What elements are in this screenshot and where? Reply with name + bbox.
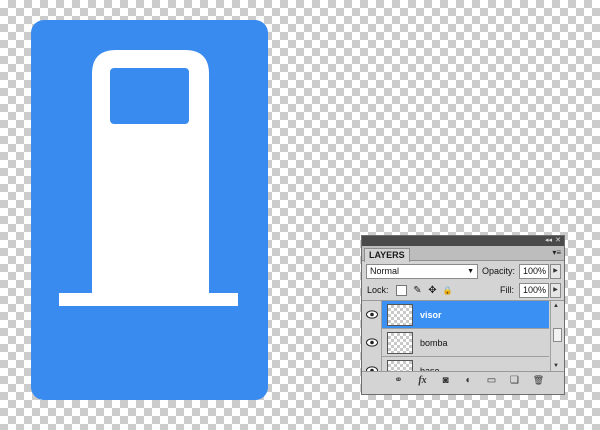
lock-all-icon[interactable]: 🔒	[442, 285, 453, 296]
blend-mode-select[interactable]: Normal ▼	[366, 264, 478, 279]
layer-thumbnail	[387, 304, 413, 326]
scroll-up-icon[interactable]: ▲	[553, 303, 559, 309]
lock-paint-icon[interactable]: ✎	[412, 285, 423, 296]
scrollbar-thumb[interactable]	[553, 328, 562, 342]
chevron-down-icon: ▼	[467, 268, 474, 275]
lock-transparent-icon[interactable]	[396, 285, 407, 296]
panel-titlebar[interactable]: ◂◂ ✕	[362, 236, 564, 246]
fuel-pump-visor	[110, 68, 189, 124]
layer-row-visor[interactable]: visor	[362, 301, 549, 329]
panel-menu-icon[interactable]: ▾≡	[552, 248, 561, 258]
blend-mode-value: Normal	[370, 266, 400, 276]
opacity-input[interactable]: 100%	[519, 264, 549, 279]
panel-tab-row: LAYERS ▾≡	[362, 246, 564, 262]
lock-move-icon[interactable]: ✥	[427, 285, 438, 296]
layer-name: bomba	[420, 338, 448, 348]
visibility-toggle[interactable]	[362, 329, 382, 357]
opacity-slider-button[interactable]: ▶	[550, 264, 561, 279]
visibility-toggle[interactable]	[362, 357, 382, 371]
fill-input[interactable]: 100%	[519, 283, 549, 298]
opacity-label: Opacity:	[482, 266, 516, 276]
layer-mask-icon[interactable]: ◙	[439, 374, 452, 387]
fuel-pump-base	[59, 293, 238, 306]
layers-list: visor bomba base ▲ ▼	[362, 301, 564, 371]
fill-slider-button[interactable]: ▶	[550, 283, 561, 298]
layer-thumbnail	[387, 332, 413, 354]
trash-icon[interactable]: 🗑	[532, 374, 545, 387]
group-folder-icon[interactable]: ▭	[485, 374, 498, 387]
adjustment-layer-icon[interactable]: ◐	[462, 374, 475, 387]
layer-row-bomba[interactable]: bomba	[362, 329, 549, 357]
eye-icon	[366, 310, 378, 319]
tab-layers[interactable]: LAYERS	[364, 248, 410, 262]
link-layers-icon[interactable]: ⚭	[392, 374, 405, 387]
fill-label: Fill:	[500, 285, 514, 295]
layer-thumbnail	[387, 360, 413, 371]
layer-row-base[interactable]: base	[362, 357, 549, 371]
blend-row: Normal ▼ Opacity: 100% ▶	[362, 261, 564, 281]
eye-icon	[366, 338, 378, 347]
visibility-toggle[interactable]	[362, 301, 382, 329]
layers-panel: ◂◂ ✕ LAYERS ▾≡ Normal ▼ Opacity: 100% ▶ …	[361, 235, 565, 395]
new-layer-icon[interactable]: ❏	[508, 374, 521, 387]
collapse-icon[interactable]: ◂◂	[545, 236, 552, 246]
panel-bottom-toolbar: ⚭ fx ◙ ◐ ▭ ❏ 🗑	[362, 371, 564, 388]
lock-label: Lock:	[367, 285, 389, 295]
fx-icon[interactable]: fx	[416, 374, 429, 387]
layer-name: visor	[420, 310, 442, 320]
close-icon[interactable]: ✕	[555, 236, 561, 246]
layers-scrollbar[interactable]: ▲ ▼	[550, 301, 564, 371]
lock-row: Lock: ✎ ✥ 🔒 Fill: 100% ▶	[362, 281, 564, 301]
scroll-down-icon[interactable]: ▼	[553, 363, 559, 369]
